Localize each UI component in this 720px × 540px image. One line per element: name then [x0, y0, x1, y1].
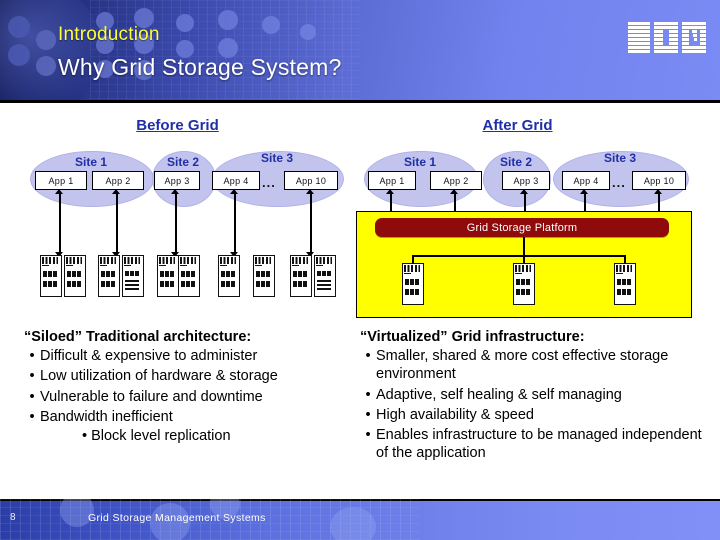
left-bullet-item: • Difficult & expensive to administer: [24, 347, 354, 365]
header-dot: [262, 16, 280, 34]
right-bullet-item: • Enables infrastructure to be managed i…: [360, 426, 704, 463]
header-dot: [218, 10, 238, 30]
right-text-column: “Virtualized” Grid infrastructure: • Sma…: [360, 329, 704, 463]
right-bullet-text: Enables infrastructure to be managed ind…: [376, 427, 702, 462]
header-dot: [36, 56, 56, 76]
storage-device-icon: [402, 263, 424, 305]
right-bullet-item: • High availability & speed: [360, 406, 704, 424]
left-bullet-text: Low utilization of hardware & storage: [40, 368, 278, 385]
storage-device-icon: [157, 255, 179, 297]
after-site-2-label: Site 2: [499, 155, 532, 169]
right-bullet-text: Smaller, shared & more cost effective st…: [376, 348, 669, 383]
before-connector-arrow: [171, 189, 180, 257]
left-text-column: “Siloed” Traditional architecture: • Dif…: [24, 329, 354, 444]
before-site-3-label: Site 3: [260, 151, 293, 165]
after-ellipsis: ...: [612, 175, 626, 190]
bullet-glyph-icon: •: [29, 368, 35, 385]
left-bullet-item: • Low utilization of hardware & storage: [24, 367, 354, 385]
right-bullet-text: Adaptive, self healing & self managing: [376, 386, 622, 403]
before-connector-arrow: [306, 189, 315, 257]
footer-blob: [330, 507, 376, 540]
bullet-glyph-icon: •: [365, 386, 371, 403]
before-app-box[interactable]: App 1: [35, 171, 87, 190]
right-column-heading: “Virtualized” Grid infrastructure:: [360, 329, 585, 345]
slide-header: Introduction Why Grid Storage System?: [0, 0, 720, 100]
before-ellipsis: ...: [262, 175, 276, 190]
after-app-box[interactable]: App 2: [430, 171, 482, 190]
after-grid-heading: After Grid: [482, 117, 553, 134]
left-bullet-item: • Vulnerable to failure and downtime: [24, 388, 354, 406]
bullet-glyph-icon: •: [29, 408, 35, 425]
header-dot: [8, 44, 30, 66]
after-app-box[interactable]: App 4: [562, 171, 610, 190]
storage-device-icon: [98, 255, 120, 297]
slide: Introduction Why Grid Storage System? Be…: [0, 0, 720, 540]
after-app-box[interactable]: App 3: [502, 171, 550, 190]
ibm-logo-icon: [628, 22, 706, 53]
bullet-glyph-icon: •: [365, 427, 371, 444]
before-connector-arrow: [112, 189, 121, 257]
before-site-2-label: Site 2: [166, 155, 199, 169]
storage-device-icon: [122, 255, 144, 297]
footer-deck-title: Grid Storage Management Systems: [88, 512, 266, 524]
storage-device-icon: [64, 255, 86, 297]
page-title: Why Grid Storage System?: [58, 54, 342, 80]
left-bullet-text: Bandwidth inefficient: [40, 408, 173, 425]
storage-device-icon: [253, 255, 275, 297]
storage-device-icon: [178, 255, 200, 297]
storage-device-icon: [314, 255, 336, 297]
header-dot: [300, 24, 316, 40]
before-app-box[interactable]: App 4: [212, 171, 260, 190]
header-dot: [176, 14, 194, 32]
before-app-box[interactable]: App 10: [284, 171, 338, 190]
after-app-box[interactable]: App 1: [368, 171, 416, 190]
bullet-glyph-icon: •: [29, 348, 35, 364]
header-dot: [36, 30, 56, 50]
before-site-1-label: Site 1: [74, 155, 107, 169]
header-dot: [8, 16, 30, 38]
before-connector-arrow: [55, 189, 64, 257]
storage-device-icon: [40, 255, 62, 297]
left-sub-bullet-text: • Block level replication: [82, 428, 231, 445]
after-site-3-label: Site 3: [603, 151, 636, 165]
after-app-box[interactable]: App 10: [632, 171, 686, 190]
bullet-glyph-icon: •: [365, 406, 371, 423]
platform-connector-horizontal: [412, 255, 625, 257]
after-site-1-label: Site 1: [403, 155, 436, 169]
right-bullet-item: • Smaller, shared & more cost effective …: [360, 347, 704, 384]
before-app-box[interactable]: App 3: [154, 171, 200, 190]
slide-body: Before Grid Site 1 Site 2 Site 3 App 1 A…: [0, 103, 720, 496]
left-column-heading: “Siloed” Traditional architecture:: [24, 329, 252, 345]
before-app-box[interactable]: App 2: [92, 171, 144, 190]
header-decoration: [0, 0, 360, 100]
slide-footer: 8 Grid Storage Management Systems: [0, 499, 720, 540]
right-bullet-item: • Adaptive, self healing & self managing: [360, 386, 704, 404]
left-bullet-text: Vulnerable to failure and downtime: [40, 388, 263, 405]
left-bullet-item: • Bandwidth inefficient: [24, 408, 354, 426]
bullet-glyph-icon: •: [365, 348, 371, 364]
header-eyebrow: Introduction: [58, 24, 160, 45]
before-grid-heading: Before Grid: [136, 117, 219, 134]
storage-device-icon: [513, 263, 535, 305]
storage-device-icon: [614, 263, 636, 305]
right-bullet-text: High availability & speed: [376, 406, 534, 423]
left-bullet-text: Difficult & expensive to administer: [40, 348, 258, 364]
platform-connector-vertical: [523, 237, 525, 256]
storage-device-icon: [218, 255, 240, 297]
bullet-glyph-icon: •: [29, 388, 35, 405]
grid-storage-platform-bar: Grid Storage Platform: [375, 218, 669, 237]
before-connector-arrow: [230, 189, 239, 257]
slide-number: 8: [10, 512, 16, 523]
storage-device-icon: [290, 255, 312, 297]
